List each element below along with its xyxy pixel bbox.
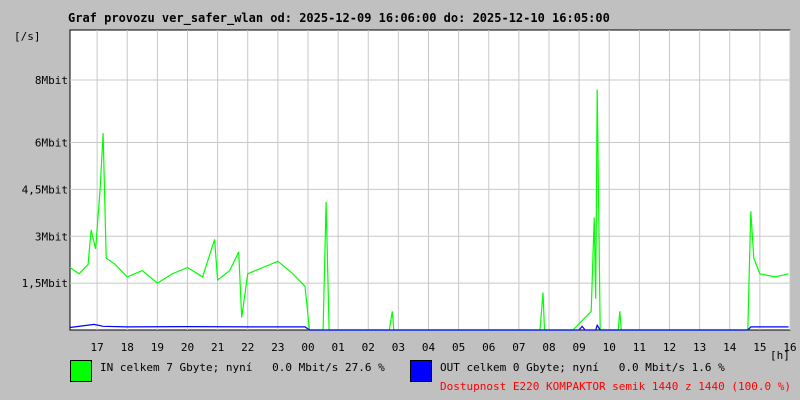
- x-tick-label: 20: [181, 341, 194, 354]
- x-tick-label: 18: [121, 341, 134, 354]
- y-tick-label: 4,5Mbit: [22, 183, 68, 196]
- x-tick-label: 03: [392, 341, 405, 354]
- x-tick-label: 13: [693, 341, 706, 354]
- x-tick-label: 05: [452, 341, 465, 354]
- traffic-graph-window: Graf provozu ver_safer_wlan od: 2025-12-…: [0, 0, 800, 400]
- x-tick-label: 10: [603, 341, 616, 354]
- x-tick-label: 09: [572, 341, 585, 354]
- x-tick-label: 21: [211, 341, 224, 354]
- y-tick-label: 3Mbit: [35, 230, 68, 243]
- availability-text: Dostupnost E220 KOMPAKTOR semik 1440 z 1…: [440, 380, 791, 393]
- y-tick-label: 6Mbit: [35, 137, 68, 150]
- x-tick-label: 16: [783, 341, 796, 354]
- x-tick-label: 19: [151, 341, 164, 354]
- x-tick-label: 15: [753, 341, 766, 354]
- chart-plot: 17 18 19 20 21 22 23 00 01 02 03 04 05 06 07 08 09 10 11 12…: [22, 29, 797, 354]
- y-tick-label: 8Mbit: [35, 74, 68, 87]
- x-tick-label: 22: [241, 341, 254, 354]
- plot-area: [69, 29, 791, 331]
- x-tick-label: 14: [723, 341, 737, 354]
- x-tick-label: 23: [271, 341, 284, 354]
- x-tick-label: 02: [362, 341, 375, 354]
- legend-out-swatch: [410, 360, 432, 382]
- x-tick-label: 11: [633, 341, 646, 354]
- x-tick-label: 08: [542, 341, 555, 354]
- x-tick-label: 04: [422, 341, 436, 354]
- x-tick-label: 00: [301, 341, 314, 354]
- x-tick-label: 01: [331, 341, 344, 354]
- x-tick-label: 06: [482, 341, 495, 354]
- y-tick-label: 1,5Mbit: [22, 277, 68, 290]
- legend-in-swatch: [70, 360, 92, 382]
- x-tick-label: 12: [663, 341, 676, 354]
- legend-in-text: IN celkem 7 Gbyte; nyní 0.0 Mbit/s 27.6 …: [100, 361, 385, 374]
- x-tick-label: 07: [512, 341, 525, 354]
- legend-out-text: OUT celkem 0 Gbyte; nyní 0.0 Mbit/s 1.6 …: [440, 361, 725, 374]
- x-tick-label: 17: [90, 341, 103, 354]
